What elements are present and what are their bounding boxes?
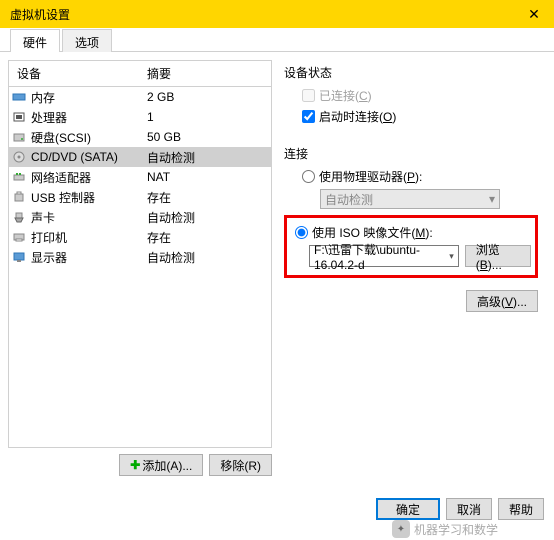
device-icon bbox=[9, 231, 29, 243]
add-button[interactable]: ✚ 添加(A)... bbox=[119, 454, 203, 476]
device-summary: 1 bbox=[139, 110, 271, 124]
physical-drive-dropdown: 自动检测 ▾ bbox=[320, 189, 500, 209]
col-device-header: 设备 bbox=[9, 61, 139, 86]
device-name: 内存 bbox=[29, 89, 139, 106]
cancel-button[interactable]: 取消 bbox=[446, 498, 492, 520]
use-physical-label: 使用物理驱动器(P): bbox=[319, 168, 422, 185]
watermark: ✦ 机器学习和数学 bbox=[392, 520, 498, 538]
device-name: USB 控制器 bbox=[29, 189, 139, 206]
device-list: 设备 摘要 内存2 GB处理器1硬盘(SCSI)50 GBCD/DVD (SAT… bbox=[8, 60, 272, 448]
tabs: 硬件 选项 bbox=[0, 28, 554, 52]
watermark-text: 机器学习和数学 bbox=[414, 521, 498, 538]
device-name: 网络适配器 bbox=[29, 169, 139, 186]
device-row[interactable]: 打印机存在 bbox=[9, 227, 271, 247]
device-summary: 自动检测 bbox=[139, 209, 271, 226]
use-physical-row[interactable]: 使用物理驱动器(P): bbox=[302, 168, 538, 185]
device-summary: NAT bbox=[139, 170, 271, 184]
device-icon bbox=[9, 211, 29, 223]
advanced-row: 高级(V)... bbox=[284, 290, 538, 312]
help-label: 帮助 bbox=[509, 501, 533, 518]
device-name: 显示器 bbox=[29, 249, 139, 266]
browse-button[interactable]: 浏览(B)... bbox=[465, 245, 531, 267]
connect-on-power-label: 启动时连接(O) bbox=[319, 108, 396, 125]
wechat-icon: ✦ bbox=[392, 520, 410, 538]
connected-checkbox-row: 已连接(C) bbox=[302, 87, 538, 104]
connect-on-power-row[interactable]: 启动时连接(O) bbox=[302, 108, 538, 125]
bottom-bar: 确定 取消 帮助 bbox=[376, 498, 544, 520]
device-summary: 自动检测 bbox=[139, 149, 271, 166]
device-row[interactable]: 网络适配器NAT bbox=[9, 167, 271, 187]
device-summary: 存在 bbox=[139, 189, 271, 206]
iso-path-value: F:\迅雷下载\ubuntu-16.04.2-d bbox=[314, 241, 449, 272]
device-row[interactable]: CD/DVD (SATA)自动检测 bbox=[9, 147, 271, 167]
ok-label: 确定 bbox=[396, 501, 420, 518]
device-name: CD/DVD (SATA) bbox=[29, 150, 139, 164]
use-iso-row[interactable]: 使用 ISO 映像文件(M): bbox=[295, 224, 531, 241]
remove-button-label: 移除(R) bbox=[220, 457, 261, 474]
ok-button[interactable]: 确定 bbox=[376, 498, 440, 520]
device-header: 设备 摘要 bbox=[9, 61, 271, 87]
device-row[interactable]: USB 控制器存在 bbox=[9, 187, 271, 207]
device-status-title: 设备状态 bbox=[284, 64, 538, 81]
device-name: 打印机 bbox=[29, 229, 139, 246]
close-button[interactable]: ✕ bbox=[514, 6, 554, 23]
connection-title: 连接 bbox=[284, 145, 538, 162]
device-summary: 自动检测 bbox=[139, 249, 271, 266]
device-name: 声卡 bbox=[29, 209, 139, 226]
use-iso-radio[interactable] bbox=[295, 226, 308, 239]
remove-button[interactable]: 移除(R) bbox=[209, 454, 272, 476]
help-button[interactable]: 帮助 bbox=[498, 498, 544, 520]
device-icon bbox=[9, 251, 29, 263]
use-physical-radio[interactable] bbox=[302, 170, 315, 183]
device-name: 处理器 bbox=[29, 109, 139, 126]
right-panel: 设备状态 已连接(C) 启动时连接(O) 连接 使用物理驱动器(P): 自动检测… bbox=[280, 60, 546, 476]
device-row[interactable]: 内存2 GB bbox=[9, 87, 271, 107]
connect-on-power-checkbox[interactable] bbox=[302, 110, 315, 123]
tab-hardware[interactable]: 硬件 bbox=[10, 29, 60, 52]
connected-checkbox bbox=[302, 89, 315, 102]
advanced-button[interactable]: 高级(V)... bbox=[466, 290, 538, 312]
left-panel: 设备 摘要 内存2 GB处理器1硬盘(SCSI)50 GBCD/DVD (SAT… bbox=[8, 60, 272, 476]
browse-button-label: 浏览(B)... bbox=[476, 241, 520, 272]
device-row[interactable]: 声卡自动检测 bbox=[9, 207, 271, 227]
connected-label: 已连接(C) bbox=[319, 87, 372, 104]
connection-group: 连接 使用物理驱动器(P): 自动检测 ▾ 使用 ISO 映像文件(M): F:… bbox=[284, 145, 538, 312]
device-row[interactable]: 显示器自动检测 bbox=[9, 247, 271, 267]
physical-drive-value: 自动检测 bbox=[325, 191, 373, 208]
device-icon bbox=[9, 191, 29, 203]
device-icon bbox=[9, 150, 29, 164]
use-iso-label: 使用 ISO 映像文件(M): bbox=[312, 224, 433, 241]
left-buttons: ✚ 添加(A)... 移除(R) bbox=[8, 454, 272, 476]
device-icon bbox=[9, 171, 29, 183]
plus-icon: ✚ bbox=[130, 458, 140, 472]
advanced-button-label: 高级(V)... bbox=[477, 293, 527, 310]
highlight-box: 使用 ISO 映像文件(M): F:\迅雷下载\ubuntu-16.04.2-d… bbox=[284, 215, 538, 278]
device-status-group: 设备状态 已连接(C) 启动时连接(O) bbox=[284, 64, 538, 129]
device-summary: 2 GB bbox=[139, 90, 271, 104]
content: 设备 摘要 内存2 GB处理器1硬盘(SCSI)50 GBCD/DVD (SAT… bbox=[0, 52, 554, 484]
device-icon bbox=[9, 111, 29, 123]
cancel-label: 取消 bbox=[457, 501, 481, 518]
device-row[interactable]: 硬盘(SCSI)50 GB bbox=[9, 127, 271, 147]
device-summary: 50 GB bbox=[139, 130, 271, 144]
tab-options[interactable]: 选项 bbox=[62, 29, 112, 52]
chevron-down-icon[interactable]: ▾ bbox=[449, 251, 454, 262]
add-button-label: 添加(A)... bbox=[142, 457, 192, 474]
chevron-down-icon: ▾ bbox=[489, 192, 495, 206]
device-icon bbox=[9, 131, 29, 143]
col-summary-header: 摘要 bbox=[139, 61, 271, 86]
device-summary: 存在 bbox=[139, 229, 271, 246]
iso-row: F:\迅雷下载\ubuntu-16.04.2-d ▾ 浏览(B)... bbox=[309, 245, 531, 267]
device-name: 硬盘(SCSI) bbox=[29, 129, 139, 146]
device-row[interactable]: 处理器1 bbox=[9, 107, 271, 127]
device-icon bbox=[9, 92, 29, 102]
window-title: 虚拟机设置 bbox=[10, 6, 70, 23]
titlebar: 虚拟机设置 ✕ bbox=[0, 0, 554, 28]
iso-path-input[interactable]: F:\迅雷下载\ubuntu-16.04.2-d ▾ bbox=[309, 245, 459, 267]
